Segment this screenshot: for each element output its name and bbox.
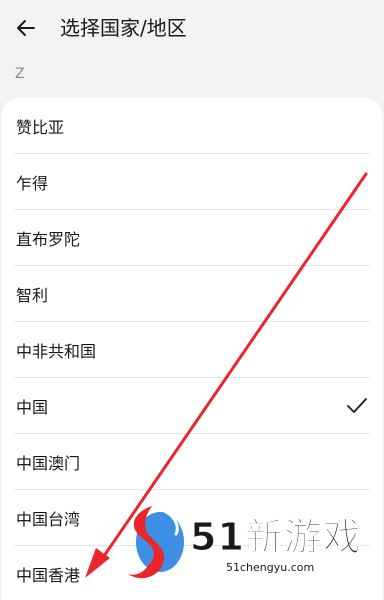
country-label: 中国台湾 xyxy=(16,510,81,529)
country-item-china[interactable]: 中国 xyxy=(2,378,382,434)
back-button[interactable] xyxy=(10,12,42,44)
country-item-central-african-republic[interactable]: 中非共和国 xyxy=(2,322,382,378)
country-item-chad[interactable]: 乍得 xyxy=(2,154,382,210)
country-select-screen: 选择国家/地区 Z 赞比亚 乍得 直布罗陀 智利 中非共和国 中国 中国澳门 中… xyxy=(0,0,384,600)
country-list: 赞比亚 乍得 直布罗陀 智利 中非共和国 中国 中国澳门 中国台湾 中国香港 xyxy=(2,98,382,600)
country-item-macao[interactable]: 中国澳门 xyxy=(2,434,382,490)
country-label: 中国香港 xyxy=(16,566,81,585)
country-label: 乍得 xyxy=(16,174,49,193)
country-label: 中国澳门 xyxy=(16,454,81,473)
section-index-letter: Z xyxy=(15,66,25,82)
page-title: 选择国家/地区 xyxy=(60,16,187,40)
country-list-card: 赞比亚 乍得 直布罗陀 智利 中非共和国 中国 中国澳门 中国台湾 中国香港 xyxy=(2,98,382,600)
country-label: 直布罗陀 xyxy=(16,230,81,249)
country-label: 赞比亚 xyxy=(16,118,65,137)
country-item-chile[interactable]: 智利 xyxy=(2,266,382,322)
country-label: 中非共和国 xyxy=(16,342,97,361)
header: 选择国家/地区 xyxy=(0,0,384,56)
country-item-hong-kong[interactable]: 中国香港 xyxy=(2,546,382,600)
country-item-gibraltar[interactable]: 直布罗陀 xyxy=(2,210,382,266)
country-item-zambia[interactable]: 赞比亚 xyxy=(2,98,382,154)
back-arrow-icon xyxy=(17,20,35,36)
country-label: 中国 xyxy=(16,398,49,417)
country-item-taiwan[interactable]: 中国台湾 xyxy=(2,490,382,546)
country-label: 智利 xyxy=(16,286,49,305)
checkmark-icon xyxy=(347,398,367,413)
